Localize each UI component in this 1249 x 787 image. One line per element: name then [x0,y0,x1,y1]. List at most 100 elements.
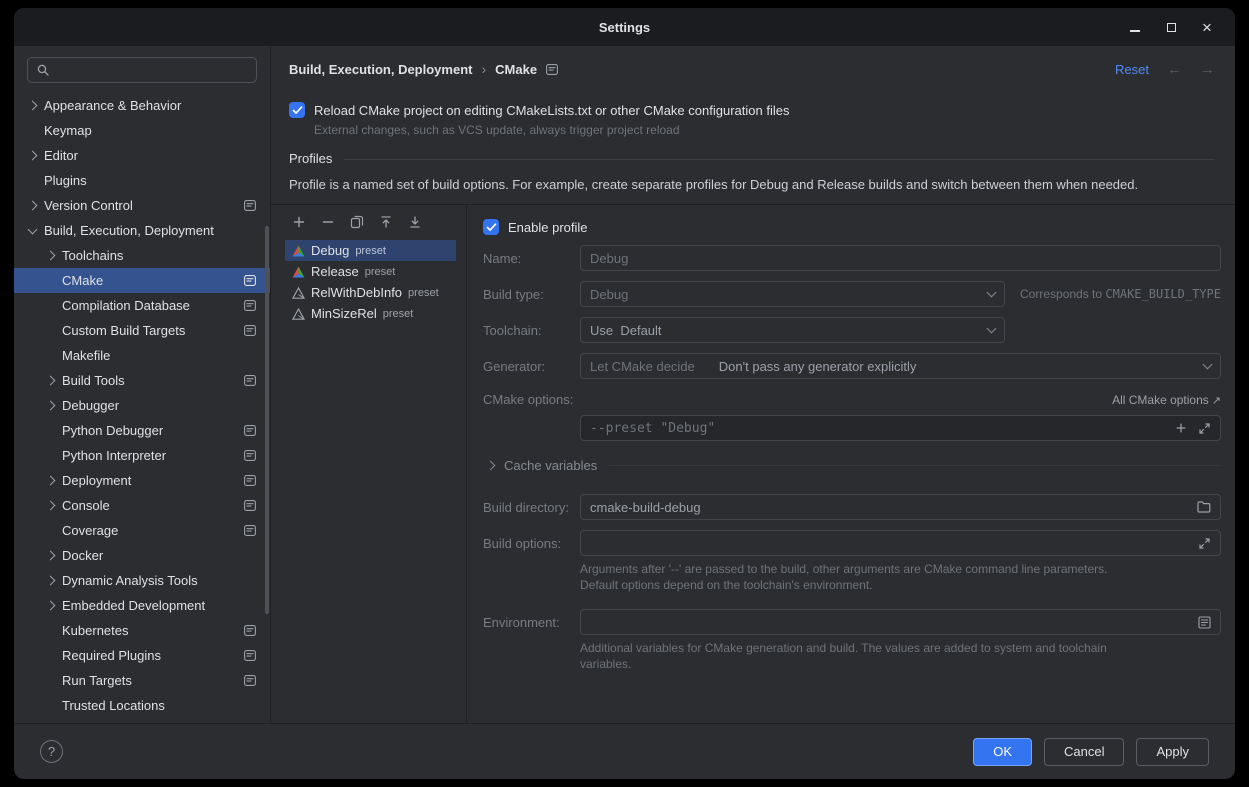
profile-name: Release [311,264,359,279]
cache-variables-toggle[interactable]: Cache variables [483,458,1221,473]
env-variables-icon[interactable] [1198,616,1211,629]
build-type-label: Build type: [483,287,580,302]
chevron-right-icon[interactable] [46,476,56,486]
chevron-right-icon[interactable] [46,601,56,611]
sidebar-item-keymap[interactable]: Keymap [14,118,270,143]
toolchain-label: Toolchain: [483,323,580,338]
sidebar-item-kubernetes[interactable]: Kubernetes [14,618,270,643]
sidebar-item-build-tools[interactable]: Build Tools [14,368,270,393]
sidebar-item-dynamic-analysis-tools[interactable]: Dynamic Analysis Tools [14,568,270,593]
back-arrow-icon[interactable]: ← [1167,62,1182,77]
chevron-right-icon[interactable] [46,576,56,586]
chevron-right-icon[interactable] [46,501,56,511]
build-directory-field[interactable]: cmake-build-debug [580,494,1221,520]
name-field[interactable]: Debug [580,245,1221,271]
expand-editor-icon[interactable] [1198,422,1211,435]
project-level-icon [244,200,256,211]
project-level-icon [244,500,256,511]
remove-profile-button[interactable] [321,215,335,229]
folder-icon[interactable] [1197,501,1211,513]
toolchain-select[interactable]: Use Default [580,317,1005,343]
sidebar-item-debugger[interactable]: Debugger [14,393,270,418]
search-box[interactable] [27,57,257,83]
sidebar-item-python-interpreter[interactable]: Python Interpreter [14,443,270,468]
profile-item-minsizerel[interactable]: MinSizeRelpreset [285,303,456,324]
chevron-right-icon[interactable] [46,551,56,561]
chevron-right-icon[interactable] [28,101,38,111]
sidebar-item-docker[interactable]: Docker [14,543,270,568]
maximize-button[interactable] [1159,15,1183,39]
add-profile-button[interactable] [292,215,306,229]
sidebar-item-toolchains[interactable]: Toolchains [14,243,270,268]
add-option-icon[interactable] [1175,422,1187,434]
profile-item-release[interactable]: Releasepreset [285,261,456,282]
external-link-icon: ↗ [1212,395,1221,407]
toolchain-row: Toolchain: Use Default [483,317,1221,343]
sidebar-item-plugins[interactable]: Plugins [14,168,270,193]
breadcrumb-item-parent[interactable]: Build, Execution, Deployment [289,62,472,77]
chevron-right-icon[interactable] [46,376,56,386]
chevron-right-icon[interactable] [46,401,56,411]
forward-arrow-icon[interactable]: → [1200,62,1215,77]
name-value: Debug [590,251,628,266]
sidebar-item-coverage[interactable]: Coverage [14,518,270,543]
build-options-hint-2: Default options depend on the toolchain'… [580,577,1221,593]
sidebar-item-deployment[interactable]: Deployment [14,468,270,493]
enable-profile-checkbox[interactable] [483,219,499,235]
sidebar-item-build-execution-deployment[interactable]: Build, Execution, Deployment [14,218,270,243]
sidebar-item-version-control[interactable]: Version Control [14,193,270,218]
environment-field[interactable] [580,609,1221,635]
expand-editor-icon[interactable] [1198,537,1211,550]
generator-hint: Don't pass any generator explicitly [719,359,917,374]
profile-item-relwithdebinfo[interactable]: RelWithDebInfopreset [285,282,456,303]
cancel-button[interactable]: Cancel [1044,738,1124,766]
close-button[interactable]: × [1195,15,1219,39]
minimize-icon [1130,30,1140,32]
profile-name: RelWithDebInfo [311,285,402,300]
chevron-right-icon[interactable] [28,201,38,211]
search-input[interactable] [56,62,248,79]
chevron-down-icon[interactable] [28,225,38,235]
move-up-button[interactable] [379,215,393,229]
chevron-right-icon[interactable] [46,251,56,261]
reset-link[interactable]: Reset [1115,62,1149,77]
sidebar-item-label: Dynamic Analysis Tools [62,573,198,588]
breadcrumb-item-current[interactable]: CMake [495,62,537,77]
sidebar-item-embedded-development[interactable]: Embedded Development [14,593,270,618]
apply-button[interactable]: Apply [1136,738,1209,766]
sidebar-item-makefile[interactable]: Makefile [14,343,270,368]
sidebar-item-console[interactable]: Console [14,493,270,518]
sidebar-item-compilation-database[interactable]: Compilation Database [14,293,270,318]
chevron-down-icon [1203,359,1213,369]
minimize-button[interactable] [1123,15,1147,39]
settings-sidebar: Appearance & Behavior Keymap EditorPlugins… [14,46,271,723]
dialog-footer: ? OK Cancel Apply [14,723,1235,779]
profile-list-pane: DebugpresetReleasepresetRelWithDebInfopr… [271,205,467,723]
build-options-field[interactable] [580,530,1221,556]
sidebar-item-appearance-behavior[interactable]: Appearance & Behavior [14,93,270,118]
all-cmake-options-link[interactable]: All CMake options↗ [1112,393,1221,407]
help-button[interactable]: ? [40,740,63,763]
build-type-select[interactable]: Debug [580,281,1005,307]
profile-item-debug[interactable]: Debugpreset [285,240,456,261]
sidebar-item-label: Custom Build Targets [62,323,185,338]
sidebar-item-cmake[interactable]: CMake [14,268,270,293]
sidebar-item-python-debugger[interactable]: Python Debugger [14,418,270,443]
move-down-button[interactable] [408,215,422,229]
generator-select[interactable]: Let CMake decide Don't pass any generato… [580,353,1221,379]
sidebar-scrollbar[interactable] [265,226,269,614]
sidebar-item-label: Keymap [44,123,92,138]
cmake-profile-icon [292,308,305,320]
sidebar-item-custom-build-targets[interactable]: Custom Build Targets [14,318,270,343]
build-type-note: Corresponds to CMAKE_BUILD_TYPE [1006,287,1221,301]
ok-button[interactable]: OK [973,738,1032,766]
copy-profile-button[interactable] [350,215,364,229]
cmake-options-field[interactable]: --preset "Debug" [580,415,1221,441]
sidebar-item-editor[interactable]: Editor [14,143,270,168]
sidebar-item-run-targets[interactable]: Run Targets [14,668,270,693]
reload-checkbox[interactable] [289,102,305,118]
sidebar-item-required-plugins[interactable]: Required Plugins [14,643,270,668]
chevron-right-icon[interactable] [28,151,38,161]
sidebar-item-trusted-locations[interactable]: Trusted Locations [14,693,270,718]
header-actions: Reset ← → [1115,62,1215,77]
